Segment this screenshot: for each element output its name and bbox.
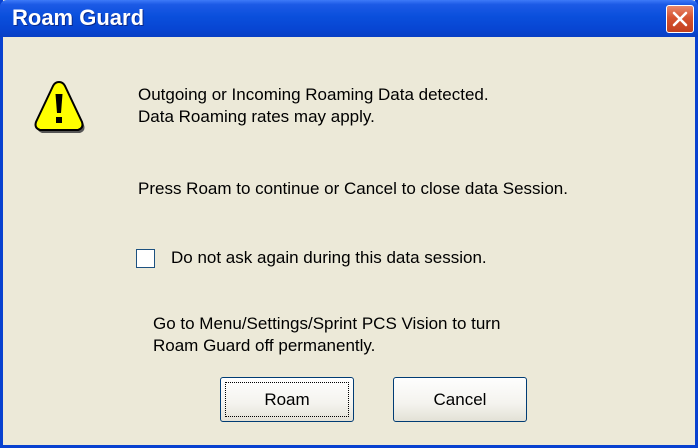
close-icon: [672, 11, 688, 27]
message-line-1: Outgoing or Incoming Roaming Data detect…: [138, 85, 489, 104]
title-bar[interactable]: Roam Guard: [0, 0, 698, 37]
message-line-2: Data Roaming rates may apply.: [138, 107, 375, 126]
window-title: Roam Guard: [12, 5, 145, 30]
do-not-ask-option[interactable]: Do not ask again during this data sessio…: [136, 248, 487, 268]
do-not-ask-checkbox[interactable]: [136, 248, 155, 268]
warning-icon: [34, 80, 85, 133]
roam-button[interactable]: Roam: [220, 377, 354, 422]
roam-guard-dialog: Roam Guard Outgoing or Incoming Roaming …: [0, 0, 698, 448]
do-not-ask-label[interactable]: Do not ask again during this data sessio…: [171, 248, 487, 268]
info-line-1: Go to Menu/Settings/Sprint PCS Vision to…: [153, 314, 501, 333]
focus-rectangle: [225, 382, 349, 417]
message-line-3: Press Roam to continue or Cancel to clos…: [138, 179, 568, 198]
cancel-button[interactable]: Cancel: [393, 377, 527, 422]
info-line-2: Roam Guard off permanently.: [153, 336, 376, 355]
close-button[interactable]: [666, 5, 694, 33]
cancel-button-label: Cancel: [433, 389, 487, 409]
